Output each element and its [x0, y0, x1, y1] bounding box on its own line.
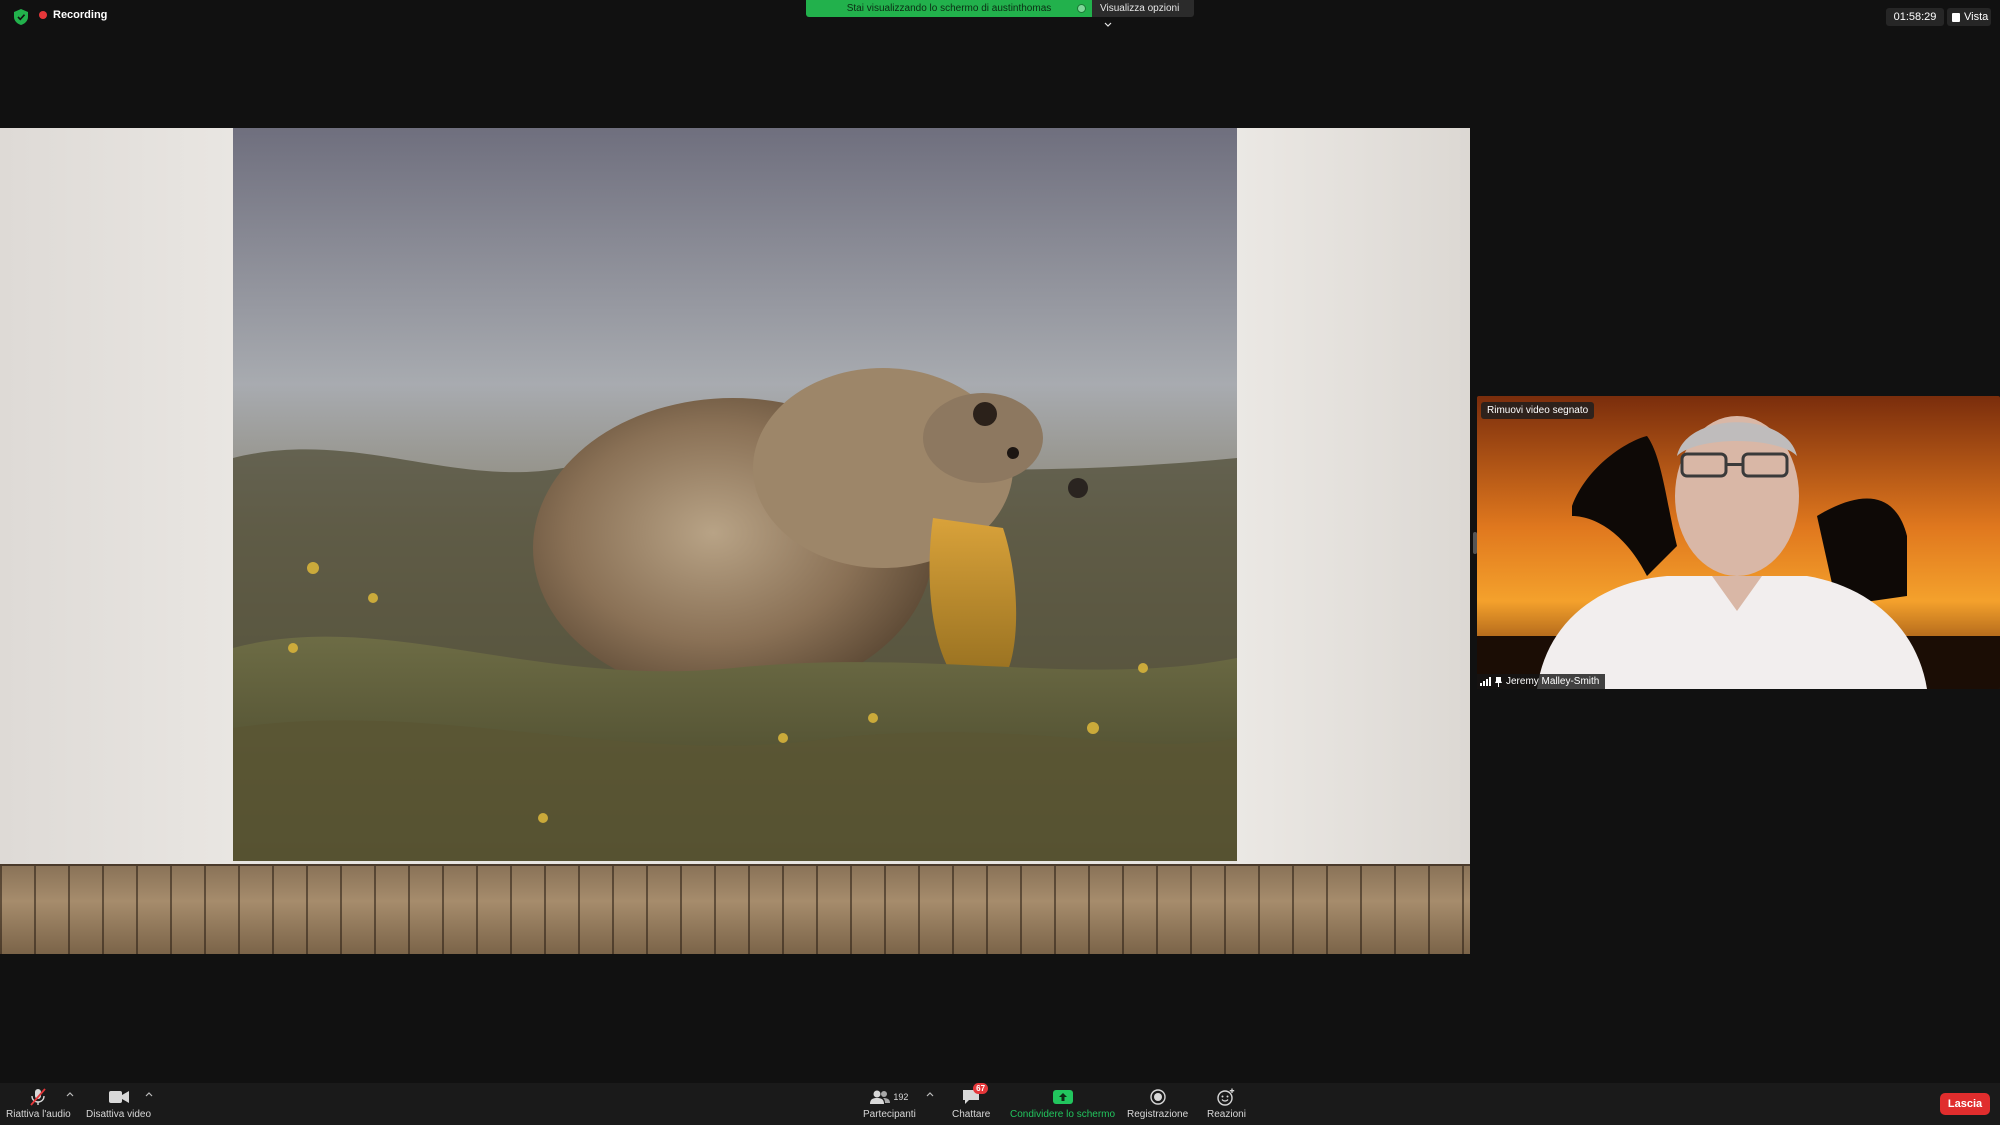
reactions-button[interactable]: Reazioni — [1207, 1087, 1246, 1120]
reactions-icon — [1215, 1087, 1237, 1107]
view-button[interactable]: Vista — [1947, 8, 1991, 26]
banner-status-icon — [1077, 4, 1086, 13]
record-button[interactable]: Registrazione — [1127, 1087, 1188, 1120]
shared-screen[interactable] — [0, 128, 1470, 954]
participants-icon — [870, 1090, 891, 1104]
shield-icon[interactable] — [14, 9, 28, 25]
chat-icon: 67 — [960, 1083, 989, 1107]
video-options-caret-icon[interactable] — [145, 1091, 153, 1097]
participants-icon-group: 192 — [870, 1087, 908, 1107]
signal-icon — [1480, 677, 1491, 686]
participants-label: Partecipanti — [863, 1109, 916, 1120]
record-icon — [1147, 1087, 1169, 1107]
share-screen-button[interactable]: Condividere lo schermo — [1010, 1087, 1115, 1120]
participants-caret-icon[interactable] — [926, 1091, 934, 1097]
participants-count: 192 — [893, 1092, 909, 1102]
muted-mic-icon — [27, 1087, 49, 1107]
audio-options-caret-icon[interactable] — [66, 1091, 74, 1097]
stop-video-button[interactable]: Disattiva video — [86, 1087, 151, 1120]
recording-dot-icon — [39, 11, 47, 19]
chevron-down-icon — [1104, 22, 1112, 27]
leave-button[interactable]: Lascia — [1940, 1093, 1990, 1115]
slide-wall-left — [0, 128, 233, 866]
chat-label: Chattare — [952, 1109, 991, 1120]
video-camera-icon — [108, 1087, 130, 1107]
view-options-label: Visualizza opzioni — [1100, 3, 1180, 14]
pin-icon — [1495, 676, 1502, 687]
share-screen-label: Condividere lo schermo — [1010, 1109, 1116, 1120]
view-options-button[interactable]: Visualizza opzioni — [1092, 0, 1194, 27]
participants-button[interactable]: 192 Partecipanti — [863, 1087, 916, 1120]
top-bar: Recording Stai visualizzando lo schermo … — [0, 0, 2000, 32]
slide-wall-right — [1237, 128, 1470, 866]
unmute-button[interactable]: Riattiva l'audio — [6, 1087, 71, 1120]
otter-photo — [233, 128, 1237, 861]
chat-unread-badge: 67 — [973, 1083, 989, 1094]
record-label: Registrazione — [1127, 1109, 1189, 1120]
share-screen-icon — [1052, 1087, 1074, 1107]
participant-name: Jeremy Malley-Smith — [1506, 676, 1600, 687]
meeting-toolbar: Riattiva l'audio Disattiva video 192 Par… — [0, 1083, 2000, 1125]
recording-indicator[interactable]: Recording — [39, 9, 107, 21]
chat-button[interactable]: 67 Chattare — [952, 1083, 991, 1120]
share-banner-text: Stai visualizzando lo schermo di austint… — [846, 3, 1052, 14]
view-label: Vista — [1964, 11, 1989, 23]
screen-share-banner: Stai visualizzando lo schermo di austint… — [806, 0, 1092, 17]
layout-icon — [1952, 12, 1960, 22]
unpin-video-button[interactable]: Rimuovi video segnato — [1481, 402, 1595, 419]
participant-name-tag: Jeremy Malley-Smith — [1477, 674, 1606, 689]
stop-video-label: Disattiva video — [86, 1109, 152, 1120]
recording-label: Recording — [53, 9, 108, 21]
wooden-floor — [0, 866, 1470, 954]
reactions-label: Reazioni — [1207, 1109, 1246, 1120]
participant-video[interactable] — [1477, 396, 2000, 689]
meeting-timer: 01:58:29 — [1886, 8, 1944, 26]
unmute-label: Riattiva l'audio — [6, 1109, 71, 1120]
